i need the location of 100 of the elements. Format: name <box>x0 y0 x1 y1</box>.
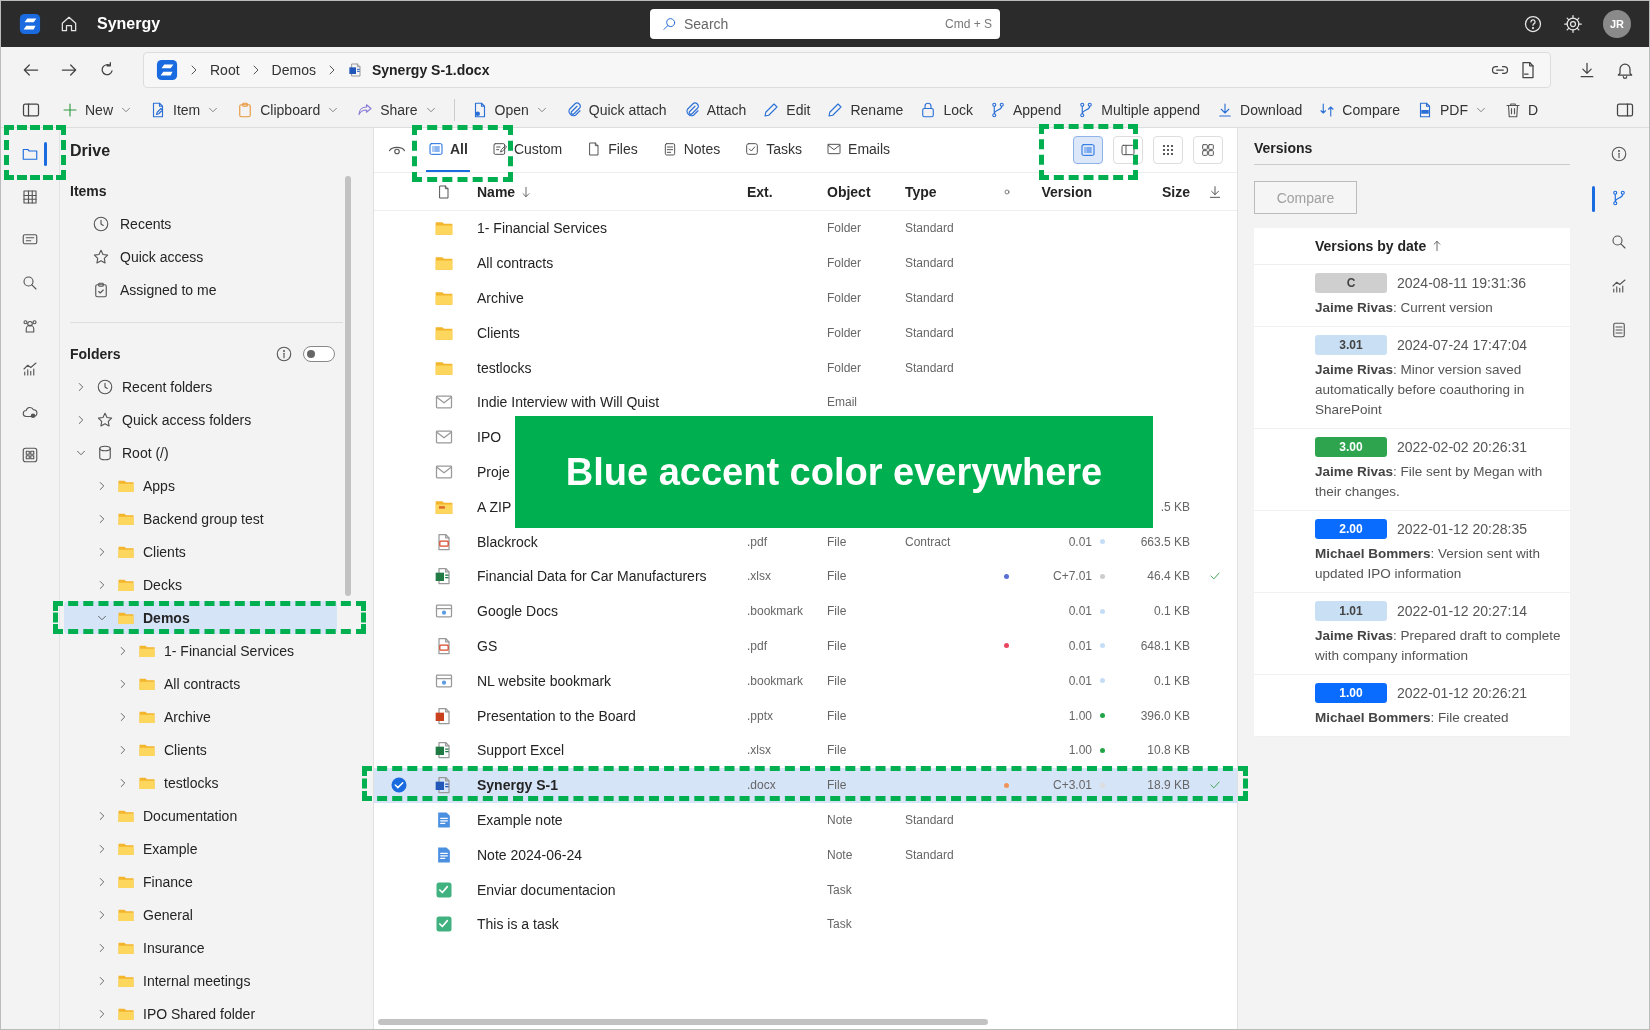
version-date: 2022-02-02 20:26:31 <box>1397 439 1527 455</box>
tree-item[interactable]: Example <box>64 832 337 865</box>
tree-item[interactable]: Backend group test <box>64 502 337 535</box>
checkbox-icon <box>744 141 761 157</box>
tab[interactable]: Files <box>584 128 640 172</box>
column-header[interactable]: Version <box>1024 183 1096 200</box>
tree-item[interactable]: testlocks <box>64 766 337 799</box>
toolbar-button[interactable]: Open <box>470 99 549 121</box>
tree-item[interactable]: Insurance <box>64 931 337 964</box>
toolbar-button[interactable]: Edit <box>762 99 811 121</box>
scrollbar[interactable] <box>378 1019 988 1025</box>
clock-icon <box>96 377 114 396</box>
table-cell: Standard <box>905 360 954 375</box>
tree-item[interactable]: 1- Financial Services <box>64 634 337 667</box>
table-cell: Task <box>827 917 852 932</box>
view-button[interactable] <box>1193 136 1223 164</box>
table-cell: Standard <box>905 325 954 340</box>
toolbar-button[interactable]: Download <box>1216 99 1303 121</box>
column-header[interactable]: Object <box>814 183 892 200</box>
file-name: Financial Data for Car Manufacturers <box>477 568 707 585</box>
file-name: 1- Financial Services <box>477 220 607 237</box>
search-icon[interactable] <box>1609 232 1628 251</box>
table-cell: .xlsx <box>747 743 771 758</box>
table-cell: 0.01 <box>1068 534 1092 549</box>
version-date: 2024-08-11 19:31:36 <box>1397 275 1526 291</box>
table-icon[interactable] <box>21 187 39 206</box>
tree-item[interactable]: Archive <box>64 700 337 733</box>
toolbar-button[interactable]: Clipboard <box>236 99 341 121</box>
version-badge: 3.00 <box>1315 437 1387 457</box>
view-button[interactable] <box>1153 136 1183 164</box>
toolbar-button[interactable]: Item <box>149 99 221 121</box>
toolbar-button[interactable]: PDF <box>1415 99 1488 121</box>
star-icon <box>92 247 110 266</box>
toolbar-button[interactable]: Quick attach <box>564 99 667 121</box>
version-comment: Jaime Rivas: Prepared draft to complete with company information <box>1315 627 1562 665</box>
edit-document-icon <box>491 141 508 157</box>
file-name: Google Docs <box>477 603 558 620</box>
column-header[interactable]: Name <box>477 183 516 200</box>
scrollbar[interactable] <box>345 176 351 596</box>
tree-item[interactable]: All contracts <box>64 667 337 700</box>
info-icon[interactable] <box>1609 144 1628 163</box>
toolbar-button[interactable]: Lock <box>919 99 973 121</box>
toolbar-button[interactable]: Share <box>356 99 438 121</box>
toolbar-button[interactable]: Append <box>988 99 1062 121</box>
apps-icon[interactable] <box>21 445 39 464</box>
home-icon[interactable] <box>59 14 79 34</box>
nav-item[interactable]: Recents <box>70 207 373 240</box>
tree-item[interactable]: General <box>64 898 337 931</box>
tab[interactable]: Tasks <box>742 128 805 172</box>
list-heading[interactable]: Versions by date <box>1315 238 1427 254</box>
column-header[interactable]: Type <box>892 183 989 200</box>
toolbar-button[interactable]: Attach <box>682 99 747 121</box>
toolbar-button[interactable]: D <box>1503 99 1539 121</box>
version-date: 2022-01-12 20:26:21 <box>1397 685 1527 701</box>
logo-icon[interactable] <box>19 13 41 35</box>
toolbar-button[interactable]: New <box>61 99 133 121</box>
file-name: Synergy S-1 <box>477 777 558 794</box>
tree-item[interactable]: Internal meetings <box>64 964 337 997</box>
table-cell: 0.1 KB <box>1153 604 1190 619</box>
tab[interactable]: Emails <box>824 128 893 172</box>
toolbar-button[interactable]: Multiple append <box>1077 99 1201 121</box>
tree-item[interactable]: Recent folders <box>64 370 337 403</box>
file-name: Example note <box>477 811 563 828</box>
tree-item[interactable]: Root (/) <box>64 436 337 469</box>
settings-icon[interactable] <box>1563 14 1583 34</box>
column-header[interactable]: Size <box>1109 183 1194 200</box>
plus-icon <box>61 101 79 119</box>
info-icon[interactable] <box>275 345 293 363</box>
tree-item[interactable]: Clients <box>64 733 337 766</box>
toggle-switch[interactable] <box>303 346 335 362</box>
compare-icon <box>1318 101 1337 119</box>
table-cell: 18.9 KB <box>1147 778 1190 793</box>
tree-item[interactable]: Quick access folders <box>64 403 337 436</box>
tree-item[interactable]: Documentation <box>64 799 337 832</box>
tab[interactable]: Custom <box>489 128 565 172</box>
column-header[interactable]: Ext. <box>734 183 814 200</box>
file-name: Archive <box>477 290 524 306</box>
dots-grid-icon <box>1160 142 1176 158</box>
version-comment: Michael Bommers: Version sent with updated IPO information <box>1315 545 1542 583</box>
breadcrumb-link[interactable]: Synergy S-1.docx <box>371 62 490 78</box>
tree-item[interactable]: Clients <box>64 535 337 568</box>
breadcrumb-link[interactable]: Root <box>210 62 240 78</box>
search-icon[interactable] <box>21 273 39 292</box>
table-cell: File <box>827 778 847 793</box>
breadcrumb-link[interactable]: Demos <box>271 62 316 78</box>
table-cell: .docx <box>747 778 776 793</box>
tree-item[interactable]: Finance <box>64 865 337 898</box>
toolbar-button[interactable]: Compare <box>1318 99 1400 121</box>
tab[interactable]: Notes <box>659 128 723 172</box>
view-button[interactable] <box>1073 136 1103 164</box>
table-cell: 0.1 KB <box>1153 673 1190 688</box>
nav-item[interactable]: Quick access <box>70 240 373 273</box>
file-name: This is a task <box>477 916 559 933</box>
tree-item[interactable]: Apps <box>64 469 337 502</box>
tree-item[interactable]: Decks <box>64 568 337 601</box>
toolbar-button[interactable]: Rename <box>826 99 904 121</box>
help-icon[interactable] <box>1523 14 1543 34</box>
nav-item[interactable]: Assigned to me <box>70 273 373 306</box>
tab[interactable]: All <box>426 128 470 172</box>
tree-item[interactable]: IPO Shared folder <box>64 997 337 1029</box>
